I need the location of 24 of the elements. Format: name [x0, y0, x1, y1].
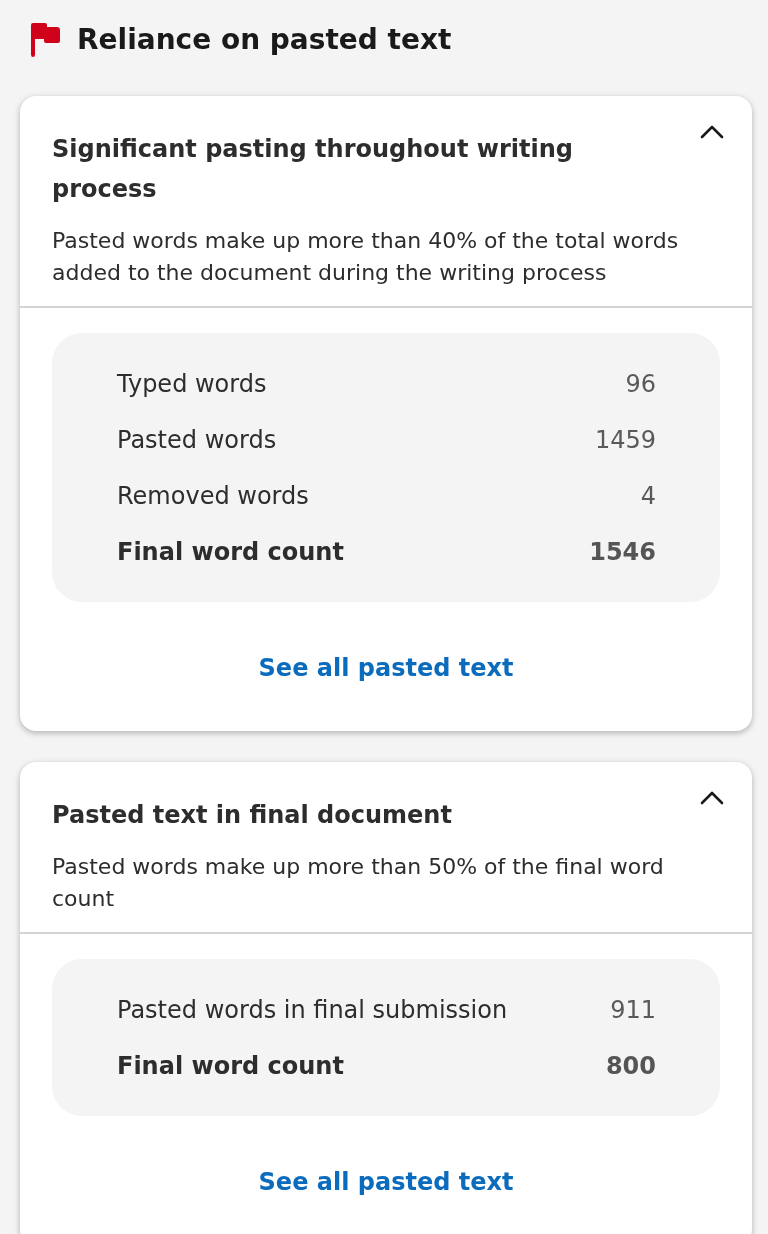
chevron-up-icon [700, 791, 724, 805]
stat-label: Removed words [117, 481, 309, 512]
stat-value: 911 [610, 995, 656, 1026]
card-title: Significant pasting throughout writing process [52, 134, 574, 205]
stat-value: 1546 [589, 537, 656, 568]
stat-label: Typed words [117, 369, 267, 400]
see-all-link[interactable]: See all pasted text [258, 1164, 514, 1200]
stat-value: 4 [640, 481, 656, 512]
stat-value: 96 [625, 369, 656, 400]
stat-value: 800 [605, 1051, 656, 1082]
flag-icon [30, 23, 60, 57]
card-description: Pasted words make up more than 50% of the final word count [52, 853, 665, 913]
stat-label: Final word count [117, 537, 344, 568]
chevron-up-icon [700, 125, 724, 139]
see-all-link[interactable]: See all pasted text [258, 650, 514, 686]
stat-label: Pasted words in final submission [117, 995, 508, 1026]
page-title: Reliance on pasted text [77, 22, 452, 58]
stat-label: Pasted words [117, 425, 277, 456]
card-title: Pasted text in final document [52, 800, 453, 831]
stat-value: 1459 [594, 425, 656, 456]
card-description: Pasted words make up more than 40% of the total words added to the document during the writing process [52, 227, 680, 287]
collapse-toggle[interactable] [700, 125, 724, 139]
collapse-toggle[interactable] [700, 791, 724, 805]
stat-label: Final word count [117, 1051, 344, 1082]
